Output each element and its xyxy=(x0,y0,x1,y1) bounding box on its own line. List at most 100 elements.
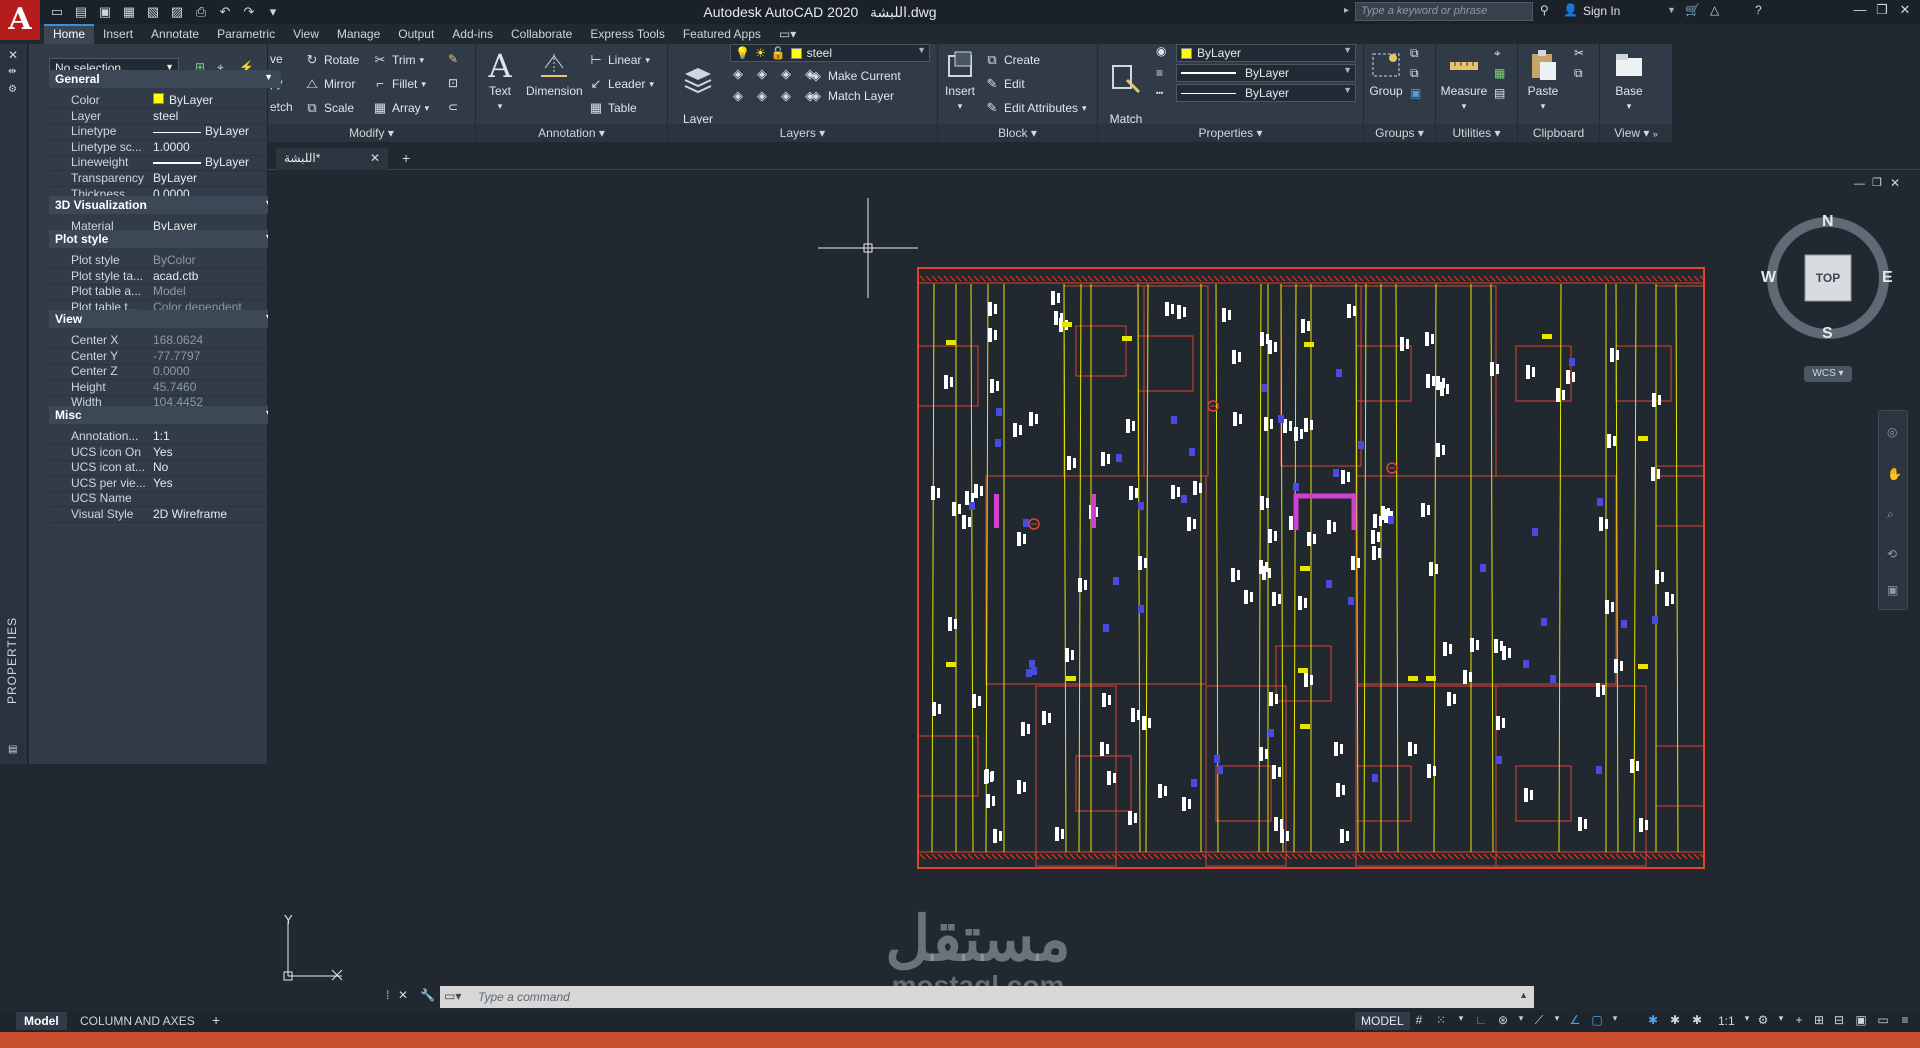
linetype-dropdown[interactable]: ByLayer ▼ xyxy=(1176,84,1356,102)
panel-title-properties[interactable]: Properties ▾ xyxy=(1098,124,1363,142)
offset-icon[interactable]: ⊂ xyxy=(448,100,458,114)
restore-icon[interactable]: ❐ xyxy=(1872,2,1892,20)
linear-button[interactable]: ⊢ Linear ▾ xyxy=(588,52,650,68)
layer-unisolate-icon[interactable]: ◈ xyxy=(754,88,770,104)
command-line[interactable]: ▭▾ Type a command ▲ xyxy=(440,986,1534,1008)
tab-manage[interactable]: Manage xyxy=(328,24,389,44)
ribbon-toggle-icon[interactable]: ▭▾ xyxy=(770,24,805,44)
panel-title-block[interactable]: Block ▾ xyxy=(938,124,1097,142)
orbit-icon[interactable]: ⟲ xyxy=(1887,547,1897,561)
viewcube-top-face[interactable]: TOP xyxy=(1805,271,1851,285)
drawing-canvas[interactable]: — ❐ ✕ Y مستقل mostaql.com xyxy=(268,170,1920,1001)
grid-icon[interactable]: # xyxy=(1410,1013,1428,1029)
create-block-button[interactable]: ⧉ Create xyxy=(984,52,1040,68)
compass-east[interactable]: E xyxy=(1882,269,1893,287)
array-button[interactable]: ▦ Array ▾ xyxy=(372,100,429,116)
erase-icon[interactable]: ✎ xyxy=(448,52,458,66)
cart-icon[interactable]: 🛒 xyxy=(1685,3,1700,17)
wcs-menu[interactable]: WCS ▾ xyxy=(1804,366,1852,382)
layer-freeze-icon[interactable]: ◈ xyxy=(778,66,794,82)
group-selection-icon[interactable]: ▣ xyxy=(1410,86,1421,100)
make-current-button[interactable]: ◈ Make Current xyxy=(808,68,901,84)
zoom-extents-icon[interactable]: ⌕ xyxy=(1887,507,1894,522)
leader-button[interactable]: ↙ Leader ▾ xyxy=(588,76,654,92)
tab-add-ins[interactable]: Add-ins xyxy=(443,24,502,44)
layer-on-all-icon[interactable]: ◈ xyxy=(730,88,746,104)
minimize-icon[interactable]: — xyxy=(1850,2,1870,20)
group-edit-icon[interactable]: ⧉ xyxy=(1410,66,1419,81)
group-button[interactable]: Group xyxy=(1366,48,1406,98)
palette-settings-icon[interactable]: ⚙ xyxy=(8,84,17,95)
tab-collaborate[interactable]: Collaborate xyxy=(502,24,581,44)
base-button[interactable]: Base ▾ xyxy=(1606,48,1652,113)
layout-tab-model[interactable]: Model xyxy=(16,1012,67,1030)
edit-attributes-dropdown-icon[interactable]: ▾ xyxy=(1082,103,1087,114)
workspace-dropdown-icon[interactable]: ▾ xyxy=(1772,1013,1790,1029)
pan-icon[interactable]: ✋ xyxy=(1887,467,1902,481)
color-dropdown[interactable]: ByLayer ▼ xyxy=(1176,44,1356,62)
paste-button[interactable]: Paste ▾ xyxy=(1520,48,1566,113)
trim-dropdown-icon[interactable]: ▾ xyxy=(420,55,425,66)
polar-dropdown-icon[interactable]: ▾ xyxy=(1512,1013,1530,1029)
snap-icon[interactable]: ⁙ xyxy=(1432,1013,1450,1029)
command-history-icon[interactable]: ▭▾ xyxy=(444,989,461,1003)
trim-button[interactable]: ✂ Trim ▾ xyxy=(372,52,425,68)
ortho-icon[interactable]: ∟ xyxy=(1472,1013,1490,1029)
layer-dropdown[interactable]: 💡 ☀ 🔓 steel ▼ xyxy=(730,44,930,62)
tab-annotate[interactable]: Annotate xyxy=(142,24,208,44)
clean-screen-icon[interactable]: ▭ xyxy=(1874,1013,1892,1029)
text-button[interactable]: A Text ▾ xyxy=(480,48,520,113)
leader-dropdown-icon[interactable]: ▾ xyxy=(649,79,654,90)
fillet-button[interactable]: ⌐ Fillet ▾ xyxy=(372,76,426,92)
panel-title-groups[interactable]: Groups ▾ xyxy=(1364,124,1435,142)
layer-isolate-icon[interactable]: ◈ xyxy=(754,66,770,82)
ribbon-expand-icon[interactable]: » xyxy=(1653,129,1658,139)
compass-north[interactable]: N xyxy=(1822,213,1834,231)
dimension-button[interactable]: Dimension xyxy=(526,48,583,98)
panel-title-view[interactable]: View ▾ » xyxy=(1600,124,1672,142)
hardware-acceleration-icon[interactable]: ▣ xyxy=(1852,1013,1870,1029)
command-close-icon[interactable]: ✕ xyxy=(398,988,408,1002)
ungroup-icon[interactable]: ⧉ xyxy=(1410,46,1419,61)
tab-parametric[interactable]: Parametric xyxy=(208,24,284,44)
annotation-scale-value[interactable]: 1:1 xyxy=(1718,1014,1735,1028)
calculator-icon[interactable]: ▤ xyxy=(1494,86,1505,100)
fillet-dropdown-icon[interactable]: ▾ xyxy=(421,79,426,90)
annotation-scale-icon[interactable]: ✱ xyxy=(1688,1013,1706,1029)
panel-title-layers[interactable]: Layers ▾ xyxy=(668,124,937,142)
command-grip-icon[interactable]: ⁞ xyxy=(386,988,389,1002)
tab-home[interactable]: Home xyxy=(44,24,95,44)
panel-title-annotation[interactable]: Annotation ▾ xyxy=(476,124,667,142)
layer-thaw-all-icon[interactable]: ◈ xyxy=(778,88,794,104)
edit-attributes-button[interactable]: ✎ Edit Attributes ▾ xyxy=(984,100,1087,116)
expand-search-icon[interactable]: ▸ xyxy=(1344,5,1349,16)
table-button[interactable]: ▦ Table xyxy=(588,100,637,116)
palette-autohide-icon[interactable]: ⇹ xyxy=(8,66,16,77)
object-snap-dropdown-icon[interactable]: ▾ xyxy=(1606,1013,1624,1029)
property-row[interactable]: Visual Style 2D Wireframe xyxy=(49,504,281,523)
auto-scale-icon[interactable]: ✱ xyxy=(1666,1013,1684,1029)
layer-off-icon[interactable]: ◈ xyxy=(730,66,746,82)
section-general[interactable]: General ▼ xyxy=(49,70,281,88)
edit-block-button[interactable]: ✎ Edit xyxy=(984,76,1025,92)
linear-dropdown-icon[interactable]: ▾ xyxy=(645,55,650,66)
section-view[interactable]: View▼ xyxy=(49,310,281,328)
viewport-close-icon[interactable]: ✕ xyxy=(1890,176,1900,190)
section-misc[interactable]: Misc▼ xyxy=(49,406,281,424)
compass-south[interactable]: S xyxy=(1822,325,1833,343)
insert-button[interactable]: Insert ▾ xyxy=(940,48,980,113)
close-icon[interactable]: ✕ xyxy=(1895,2,1915,20)
isodraft-icon[interactable]: ⟋ xyxy=(1530,1013,1548,1029)
cut-icon[interactable]: ✂ xyxy=(1574,46,1584,60)
model-space-button[interactable]: MODEL xyxy=(1355,1012,1410,1030)
viewport-restore-icon[interactable]: ❐ xyxy=(1872,176,1882,189)
units-icon[interactable]: ⊞ xyxy=(1810,1013,1828,1029)
move-button-partial[interactable]: ve xyxy=(270,52,283,66)
color-wheel-icon[interactable]: ◉ xyxy=(1156,44,1166,58)
panel-title-utilities[interactable]: Utilities ▾ xyxy=(1436,124,1517,142)
tab-view[interactable]: View xyxy=(284,24,328,44)
customization-menu-icon[interactable]: ≡ xyxy=(1896,1013,1914,1029)
linetype-icon[interactable]: ┅ xyxy=(1156,86,1163,100)
panel-title-modify[interactable]: Modify ▾ xyxy=(268,124,475,142)
raft-foundation-plan[interactable] xyxy=(916,266,1706,870)
